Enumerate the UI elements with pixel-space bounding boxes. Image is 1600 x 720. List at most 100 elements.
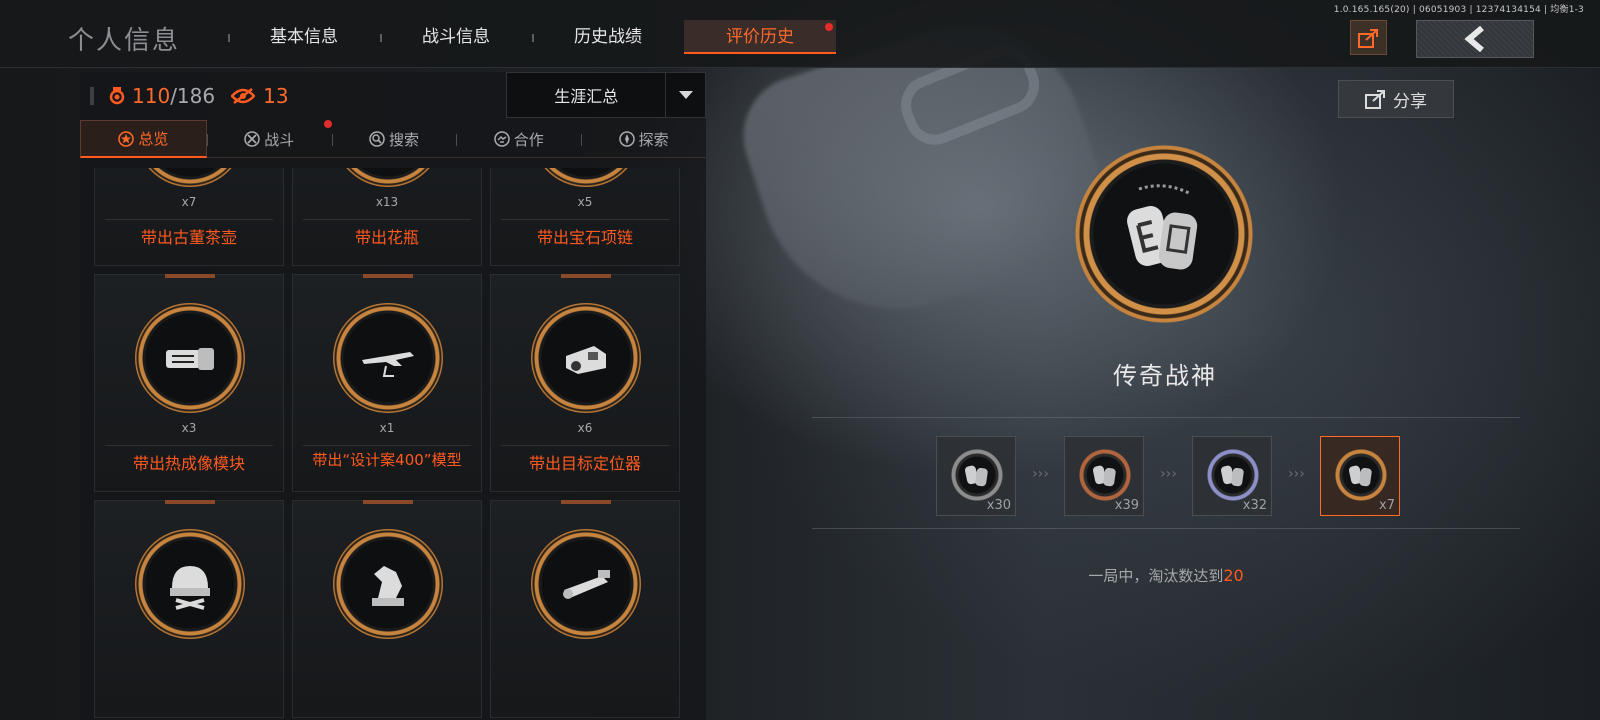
tab-search[interactable]: 搜索 — [331, 120, 457, 158]
star-icon — [118, 130, 135, 147]
tab-label: 总览 — [138, 130, 169, 148]
achievement-name: 带出目标定位器 — [528, 454, 641, 473]
tab-match-history[interactable]: 历史战绩 — [532, 20, 684, 54]
tab-combat-info[interactable]: 战斗信息 — [380, 20, 532, 54]
card-divider — [303, 219, 471, 220]
career-filter-dropdown[interactable]: 生涯汇总 — [506, 72, 706, 118]
stats-marker — [90, 87, 94, 105]
tab-rating-history[interactable]: 评价历史 — [684, 20, 836, 54]
achievement-card-target-locator[interactable]: x6 带出目标定位器 — [490, 274, 680, 492]
tab-separator — [206, 134, 208, 146]
achievement-grid[interactable]: x7 带出古董茶壶 x13 带出花瓶 x5 带出宝石项链 x3 带出热成像模块 … — [94, 168, 690, 720]
helmet-icon — [170, 566, 210, 610]
tab-explore[interactable]: 探索 — [581, 120, 706, 158]
achievement-count: x3 — [181, 421, 197, 435]
tab-label: 战斗 — [264, 130, 295, 149]
tier-medal — [1077, 447, 1133, 503]
tier-purple[interactable]: x32 — [1192, 436, 1272, 516]
tier-count: x30 — [986, 498, 1011, 513]
locator-icon — [566, 346, 606, 374]
achievement-count: x13 — [375, 195, 399, 209]
tab-cooperation[interactable]: 合作 — [456, 120, 581, 158]
card-divider — [105, 445, 273, 446]
plane-model-icon — [362, 352, 414, 377]
tab-label: 基本信息 — [270, 27, 338, 47]
tab-label: 搜索 — [388, 130, 419, 149]
tier-silver[interactable]: x30 — [936, 436, 1016, 516]
achievement-count: x5 — [577, 195, 593, 209]
achievement-panel: 110 /186 13 生涯汇总 总览 战斗 搜索 合作 探索 x7 带出古董茶… — [80, 72, 706, 720]
achievement-card-gem-necklace[interactable]: x5 带出宝石项链 — [490, 168, 680, 266]
dog-tags-icon — [964, 465, 988, 487]
achievement-card-vase[interactable]: x13 带出花瓶 — [292, 168, 482, 266]
share-label: 分享 — [1393, 91, 1427, 112]
achievement-medal — [531, 529, 641, 639]
achievement-medal — [531, 168, 641, 187]
tier-count: x39 — [1114, 498, 1139, 513]
achievement-card[interactable] — [94, 500, 284, 718]
tab-basic-info[interactable]: 基本信息 — [228, 20, 380, 54]
tab-label: 战斗信息 — [422, 27, 490, 47]
card-notch — [165, 274, 215, 278]
top-tabs: 基本信息 战斗信息 历史战绩 评价历史 — [228, 20, 836, 54]
share-icon — [1365, 90, 1385, 109]
achievement-medal — [333, 529, 443, 639]
tab-label: 历史战绩 — [574, 27, 642, 47]
version-info: 1.0.165.165(20) | 06051903 | 12374134154… — [1333, 5, 1584, 15]
achievement-name: 带出古董茶壶 — [140, 228, 237, 247]
horse-statue-icon — [372, 566, 404, 606]
viewed-count: 13 — [263, 84, 289, 108]
achievement-title: 传奇战神 — [1113, 362, 1217, 390]
notification-dot — [825, 23, 833, 31]
achievement-name: 带出花瓶 — [354, 228, 419, 247]
scope-icon — [563, 570, 610, 599]
card-notch — [363, 500, 413, 504]
achievement-card[interactable] — [490, 500, 680, 718]
achievement-card-thermal-module[interactable]: x3 带出热成像模块 — [94, 274, 284, 492]
tier-bronze[interactable]: x39 — [1064, 436, 1144, 516]
tab-separator — [581, 134, 583, 146]
tier-medal — [1205, 447, 1261, 503]
detail-divider-top — [812, 417, 1520, 418]
description-text: 一局中，淘汰数达到 — [1088, 567, 1224, 585]
back-button[interactable] — [1416, 20, 1534, 58]
dog-tags-icon — [1092, 465, 1116, 487]
page-title: 个人信息 — [68, 26, 181, 56]
eye-icon — [231, 88, 256, 104]
achievement-count: x1 — [379, 421, 395, 435]
card-notch — [561, 274, 611, 278]
tab-separator — [380, 34, 382, 42]
tier-count: x7 — [1379, 498, 1395, 513]
export-button[interactable] — [1350, 20, 1387, 55]
dropdown-toggle[interactable] — [665, 72, 705, 118]
share-button[interactable]: 分享 — [1338, 80, 1454, 118]
selected-achievement-medal — [1066, 136, 1262, 332]
achievement-medal — [333, 303, 443, 413]
detail-divider-bottom — [812, 528, 1520, 529]
dog-tags-icon — [1220, 465, 1244, 487]
chevron-left-icon — [1464, 26, 1484, 52]
tier-medal — [949, 447, 1005, 503]
tab-label: 评价历史 — [726, 27, 794, 47]
card-divider — [303, 445, 471, 446]
achievement-count: x6 — [577, 421, 593, 435]
handshake-icon — [494, 131, 510, 147]
tab-overview[interactable]: 总览 — [80, 120, 207, 158]
category-tabs: 总览 战斗 搜索 合作 探索 — [80, 120, 706, 158]
achievement-card-antique-teapot[interactable]: x7 带出古董茶壶 — [94, 168, 284, 266]
achievement-card[interactable] — [292, 500, 482, 718]
tier-gold[interactable]: x7 — [1320, 436, 1400, 516]
thermal-module-icon — [166, 348, 214, 370]
export-icon — [1357, 28, 1378, 48]
crossed-swords-icon — [244, 131, 260, 147]
achievement-medal — [135, 303, 245, 413]
chevron-right-icon: ››› — [1032, 466, 1049, 482]
achievement-name: 带出宝石项链 — [536, 228, 633, 247]
achievement-medal — [531, 303, 641, 413]
achievement-count: x7 — [181, 195, 197, 209]
achievement-card-design-400-model[interactable]: x1 带出“设计案400”模型 — [292, 274, 482, 492]
notification-dot — [323, 120, 332, 128]
chevron-right-icon: ››› — [1288, 466, 1305, 482]
tab-combat[interactable]: 战斗 — [206, 120, 332, 158]
achievement-name: 带出热成像模块 — [132, 454, 245, 473]
